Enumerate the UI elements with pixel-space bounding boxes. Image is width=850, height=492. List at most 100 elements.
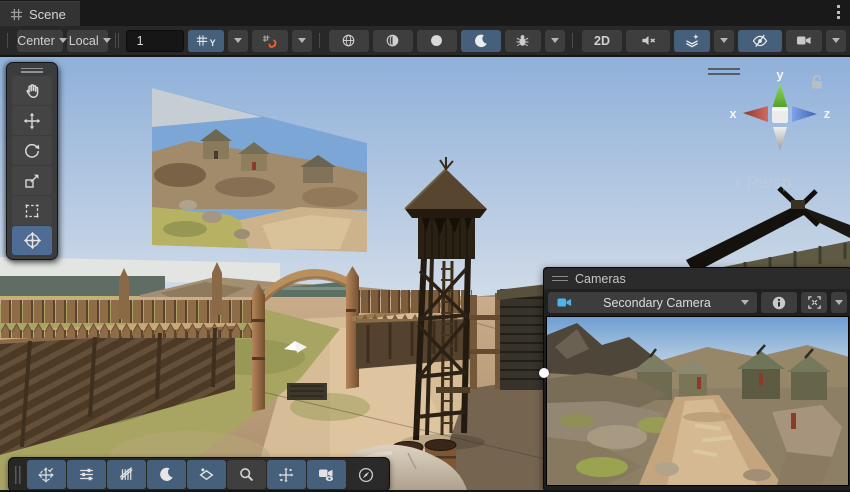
cameras-overlay-panel: Cameras Secondary Camera xyxy=(543,267,850,491)
camera-info-button[interactable] xyxy=(761,292,797,313)
mode-2d-label: 2D xyxy=(594,34,610,48)
axis-z-cone[interactable] xyxy=(792,106,817,122)
levels-toggle[interactable] xyxy=(67,460,106,489)
cameras-panel-header: Cameras xyxy=(544,268,850,289)
draw-mode-shaded-button[interactable] xyxy=(417,30,457,52)
overlay-drag-handle[interactable] xyxy=(15,466,23,484)
rect-tool[interactable] xyxy=(12,196,52,225)
projection-label: Persp xyxy=(747,173,791,193)
prism-toggle[interactable] xyxy=(187,460,226,489)
rotate-tool[interactable] xyxy=(12,136,52,165)
toolbar-grip[interactable] xyxy=(319,33,322,48)
toolbar-grip[interactable] xyxy=(115,33,118,48)
cameras-more-caret[interactable] xyxy=(831,292,847,313)
pivot-mode-dropdown[interactable]: Center xyxy=(17,30,63,52)
camera-view-toggle[interactable] xyxy=(307,460,346,489)
move-snap-toggle[interactable] xyxy=(267,460,306,489)
camera-select-dropdown[interactable]: Secondary Camera xyxy=(548,292,757,313)
scale-tool[interactable] xyxy=(12,166,52,195)
orientation-mode-label: Local xyxy=(69,34,99,48)
info-icon xyxy=(772,296,786,310)
mode-2d-button[interactable]: 2D xyxy=(582,30,622,52)
moon-icon xyxy=(158,466,175,483)
levels-sliders-icon xyxy=(78,466,95,483)
tab-bar: Scene xyxy=(0,0,850,26)
overlay-drag-handle[interactable] xyxy=(9,65,55,75)
grid-snap-caret[interactable] xyxy=(292,30,312,52)
rect-tool-icon xyxy=(23,202,41,220)
draw-mode-wireframe-button[interactable] xyxy=(329,30,369,52)
draw-mode-shaded-wire-button[interactable] xyxy=(373,30,413,52)
effects-toggle-button[interactable] xyxy=(674,30,710,52)
camera-icon xyxy=(796,34,812,47)
tools-overlay xyxy=(6,62,58,260)
grid-axis-button[interactable]: Y xyxy=(188,30,224,52)
debug-draw-caret[interactable] xyxy=(545,30,565,52)
effects-caret[interactable] xyxy=(714,30,734,52)
transform-tool-icon xyxy=(23,231,42,250)
grid-icon xyxy=(10,8,23,21)
audio-toggle-button[interactable] xyxy=(626,30,670,52)
magnifier-icon xyxy=(238,466,255,483)
frame-camera-button[interactable] xyxy=(801,292,827,313)
cameras-panel-title: Cameras xyxy=(575,272,626,286)
kebab-menu-icon[interactable] xyxy=(837,5,840,19)
effects-layers-icon xyxy=(684,33,700,48)
axis-minus-y-cone[interactable] xyxy=(773,127,787,151)
overlay-resize-dot[interactable] xyxy=(539,368,549,378)
scene-viewport[interactable]: y x z ‹ Persp Cameras xyxy=(0,57,850,492)
scene-visibility-button[interactable] xyxy=(738,30,782,52)
audio-muted-icon xyxy=(640,33,657,48)
debug-draw-button[interactable] xyxy=(505,30,541,52)
orientation-gizmo[interactable]: y x z xyxy=(715,67,845,167)
move-tool[interactable] xyxy=(12,106,52,135)
tab-scene[interactable]: Scene xyxy=(0,1,80,26)
grid-snap-button[interactable] xyxy=(252,30,288,52)
transform-gizmo-toggle[interactable] xyxy=(27,460,66,489)
chevron-down-icon xyxy=(741,300,749,305)
view-hand-tool[interactable] xyxy=(12,76,52,105)
grid-hatch-icon xyxy=(118,466,135,483)
bug-icon xyxy=(515,33,530,48)
pivot-mode-label: Center xyxy=(17,34,55,48)
camera-preview-render xyxy=(547,317,849,485)
cameras-panel-controls: Secondary Camera xyxy=(544,289,850,316)
axis-z-label: z xyxy=(824,106,831,121)
snap-magnet-icon xyxy=(262,34,277,48)
camera-view-icon xyxy=(317,466,336,483)
toolbar-grip[interactable] xyxy=(572,33,575,48)
camera-preview xyxy=(546,316,849,486)
hidden-eye-icon xyxy=(751,33,769,48)
projection-toggle[interactable]: ‹ Persp xyxy=(735,173,791,193)
transform-gizmo-icon xyxy=(37,466,55,484)
scene-lighting-button[interactable] xyxy=(461,30,501,52)
hand-view-tool-icon xyxy=(23,82,41,100)
tab-label: Scene xyxy=(29,7,66,22)
rotate-tool-icon xyxy=(23,142,41,160)
axis-y-label: y xyxy=(776,67,784,82)
camera-settings-button[interactable] xyxy=(786,30,822,52)
orientation-mode-dropdown[interactable]: Local xyxy=(67,30,109,52)
chevron-down-icon xyxy=(59,38,67,43)
bottom-overlay-toolbar xyxy=(8,457,390,492)
compass-toggle[interactable] xyxy=(347,460,386,489)
scene-toolbar: Center Local Y xyxy=(0,26,850,57)
grid-axis-label: Y xyxy=(210,38,216,48)
camera-select-value: Secondary Camera xyxy=(581,296,733,310)
shaded-sphere-icon xyxy=(429,33,444,48)
grid-hatch-toggle[interactable] xyxy=(107,460,146,489)
moon-toggle[interactable] xyxy=(147,460,186,489)
axis-x-cone[interactable] xyxy=(743,106,768,122)
search-toggle[interactable] xyxy=(227,460,266,489)
compass-icon xyxy=(357,466,375,484)
axis-y-cone[interactable] xyxy=(772,83,788,109)
toolbar-grip[interactable] xyxy=(7,33,10,48)
grid-axis-caret[interactable] xyxy=(228,30,248,52)
camera-settings-caret[interactable] xyxy=(826,30,846,52)
grid-size-input[interactable] xyxy=(126,30,184,52)
move-tool-icon xyxy=(23,112,41,130)
overlay-drag-handle[interactable] xyxy=(552,276,568,282)
move-snap-icon xyxy=(277,466,295,484)
padlock-icon[interactable] xyxy=(810,74,824,90)
transform-tool[interactable] xyxy=(12,226,52,255)
